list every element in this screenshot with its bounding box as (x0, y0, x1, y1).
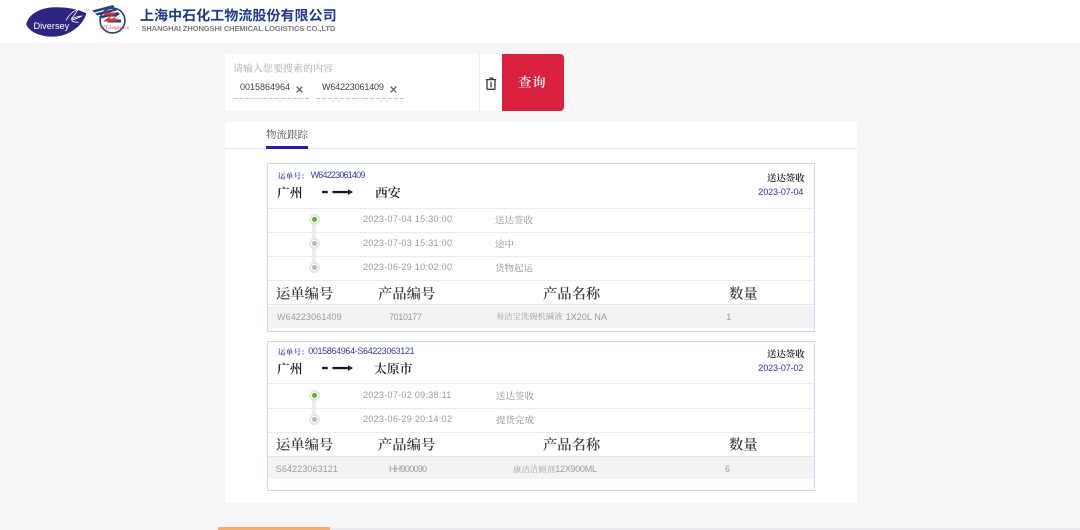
svg-text:TM: TM (84, 9, 89, 13)
svg-text:SJT-Logistics: SJT-Logistics (100, 25, 130, 31)
svg-text:Diversey: Diversey (34, 21, 70, 31)
